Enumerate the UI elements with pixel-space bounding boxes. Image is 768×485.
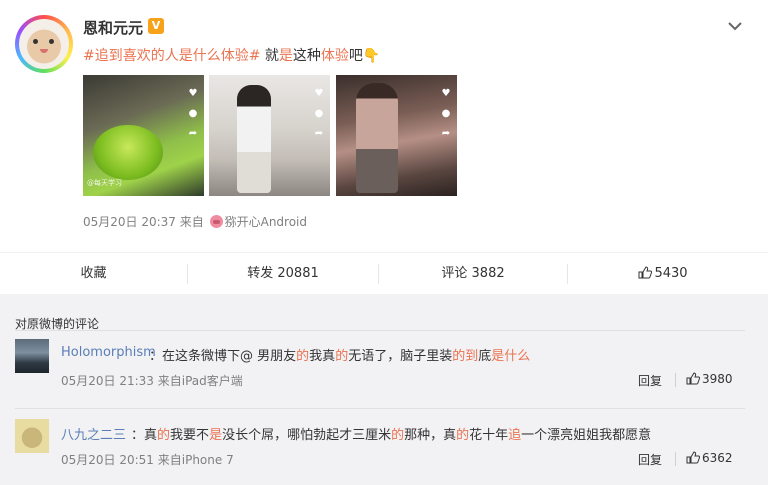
comment-colon: ： (131, 428, 145, 443)
video-side-icons: ♥ ● ➦ (188, 88, 198, 139)
image-content (356, 83, 398, 193)
comment-segment: 追 (508, 428, 522, 443)
comment-avatar[interactable] (15, 419, 49, 453)
comment-username[interactable]: 八九之二三 (61, 424, 126, 443)
verified-v-icon: V (148, 18, 164, 34)
image-content (237, 85, 271, 193)
post-image-2[interactable]: ♥ ● ➦ (209, 75, 330, 196)
image-caption: @每天学习 (87, 179, 122, 187)
repost-button[interactable]: 转发 20881 (188, 253, 378, 295)
comment-segment: 一个漂亮姐姐我都愿意 (521, 428, 652, 443)
comment-username[interactable]: Holomorphism (61, 345, 156, 360)
comment-like-count: 3980 (702, 372, 733, 386)
weibo-post: 恩和元元 V #追到喜欢的人是什么体验# 就是这种体验吧👇 ♥ ● ➦ @每天学习 … (0, 0, 768, 252)
post-text-highlight: 体验 (320, 48, 349, 64)
from-label: 来自 (179, 215, 204, 229)
thumbs-up-icon (638, 266, 653, 279)
avatar-image (19, 19, 69, 69)
comment-button[interactable]: 评论 3882 (379, 253, 567, 295)
comment-segment: 的 (391, 428, 405, 443)
comment-segment: 的到 (452, 349, 479, 364)
comment-segment: 在这条微博下@ 男朋友 (162, 349, 297, 364)
comment-segment: 是什么 (491, 349, 531, 364)
post-timestamp[interactable]: 05月20日 20:37 (83, 215, 176, 229)
comment-text: ：真的我要不是没长个屌，哪怕勃起才三厘米的那种，真的花十年追一个漂亮姐姐我都愿意 (131, 424, 651, 443)
comment-segment: 我要不 (170, 428, 210, 443)
comments-divider (15, 330, 745, 331)
comment-segment: 的 (296, 349, 310, 364)
post-text-segment: 就 (260, 48, 279, 64)
comment-segment: 是 (209, 428, 223, 443)
comment-segment: 我真 (309, 349, 336, 364)
comment-segment: 的 (335, 349, 349, 364)
comment-time[interactable]: 05月20日 20:51 来自iPhone 7 (61, 451, 234, 468)
pig-emoji-icon (209, 215, 223, 228)
comment-action-divider (675, 452, 676, 466)
post-text-highlight: 是 (278, 48, 293, 64)
post-text-segment: 这种 (292, 48, 321, 64)
like-button[interactable]: 5430 (568, 253, 758, 295)
favorite-button[interactable]: 收藏 (0, 253, 187, 295)
comments-divider (15, 408, 745, 409)
post-image-1[interactable]: ♥ ● ➦ @每天学习 (83, 75, 204, 196)
comment-segment: 的 (157, 428, 171, 443)
comment-like-count: 6362 (702, 451, 733, 465)
video-side-icons: ♥ ● ➦ (314, 88, 324, 139)
hand-point-down-icon: 👇 (362, 48, 381, 64)
comment-segment: 无语了，脑子里装 (348, 349, 453, 364)
comment-segment: 底 (478, 349, 492, 364)
thumbs-up-icon (686, 451, 700, 464)
like-count: 5430 (654, 266, 688, 281)
comment-colon: ： (149, 349, 163, 364)
topic-link[interactable]: #追到喜欢的人是什么体验# (83, 48, 260, 64)
image-content (93, 125, 163, 180)
action-bar: 收藏 转发 20881 评论 3882 5430 (0, 252, 768, 294)
post-username[interactable]: 恩和元元 (83, 17, 143, 38)
comment-time[interactable]: 05月20日 21:33 来自iPad客户端 (61, 372, 243, 389)
comment-action-divider (675, 373, 676, 387)
comment-like-button[interactable]: 3980 (686, 372, 733, 386)
comment-like-button[interactable]: 6362 (686, 451, 733, 465)
repost-label: 转发 20881 (247, 266, 319, 281)
comment-text: ：在这条微博下@ 男朋友的我真的无语了，脑子里装的到底是什么 (149, 345, 530, 364)
favorite-label: 收藏 (80, 266, 107, 281)
chevron-down-icon[interactable] (727, 18, 743, 34)
comment-segment: 的 (456, 428, 470, 443)
comment-segment: 真 (144, 428, 158, 443)
comment-segment: 没长个屌，哪怕勃起才三厘米 (222, 428, 392, 443)
user-avatar[interactable] (15, 15, 73, 73)
post-meta: 05月20日 20:37 来自 猕开心Android (83, 213, 307, 230)
reply-button[interactable]: 回复 (638, 451, 662, 468)
post-text-segment: 吧 (348, 48, 363, 64)
thumbs-up-icon (686, 372, 700, 385)
comment-segment: 花十年 (469, 428, 509, 443)
video-side-icons: ♥ ● ➦ (441, 88, 451, 139)
post-text: #追到喜欢的人是什么体验# 就是这种体验吧👇 (83, 45, 380, 65)
comment-avatar[interactable] (15, 339, 49, 373)
comment-label: 评论 3882 (441, 266, 505, 281)
comment-segment: 那种，真 (404, 428, 457, 443)
post-source[interactable]: 猕开心Android (225, 215, 307, 229)
post-image-3[interactable]: ♥ ● ➦ (336, 75, 457, 196)
reply-button[interactable]: 回复 (638, 372, 662, 389)
